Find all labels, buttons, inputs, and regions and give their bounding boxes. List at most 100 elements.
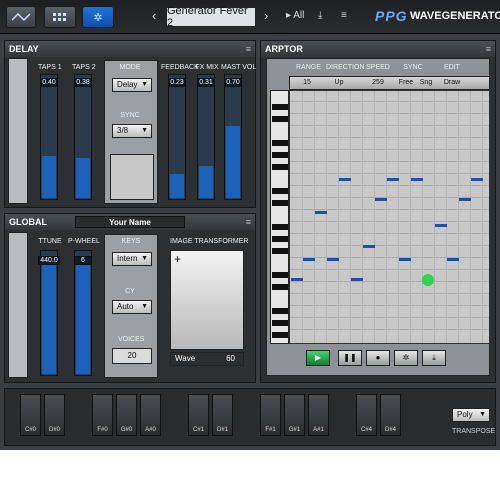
- delay-title: DELAY: [9, 44, 39, 54]
- download-icon: ⤓: [432, 353, 436, 362]
- range-label: RANGE: [296, 64, 321, 71]
- arp-note[interactable]: [447, 258, 459, 261]
- piano-key[interactable]: A#0: [140, 394, 161, 436]
- arptor-header: ARPTOR ≡: [261, 41, 495, 57]
- arp-note[interactable]: [291, 278, 303, 281]
- delay-left-strip: [8, 58, 28, 204]
- key-label: D#0: [48, 427, 60, 433]
- play-button[interactable]: ▶: [306, 350, 330, 366]
- speed-label: SPEED: [366, 64, 390, 71]
- poly-dropdown[interactable]: Poly: [452, 408, 490, 422]
- delay-menu-icon[interactable]: ≡: [246, 41, 251, 57]
- mastervol-label: MAST VOL: [221, 64, 257, 71]
- mode-dropdown[interactable]: Delay: [112, 78, 152, 92]
- piano-roll-keys: [270, 90, 289, 344]
- sync-dropdown[interactable]: 3/8: [112, 124, 152, 138]
- top-toolbar: ✲ ‹ Generator Fever 2 › ▸ All ⤓ ≡ PPG WA…: [0, 0, 500, 34]
- settings-button[interactable]: ✲: [394, 350, 418, 366]
- arptor-menu-icon[interactable]: ≡: [486, 41, 491, 57]
- pwheel-slider[interactable]: [74, 250, 92, 376]
- piano-key[interactable]: D#1: [212, 394, 233, 436]
- arp-note[interactable]: [315, 211, 327, 214]
- mastervol-slider[interactable]: [224, 74, 242, 200]
- piano-key[interactable]: G#1: [284, 394, 305, 436]
- taps1-label: TAPS 1: [38, 64, 62, 71]
- piano-key[interactable]: G#0: [116, 394, 137, 436]
- global-menu-icon[interactable]: ≡: [246, 214, 251, 230]
- keys-dropdown[interactable]: Intern: [112, 252, 152, 266]
- piano-key[interactable]: C#1: [188, 394, 209, 436]
- taps2-label: TAPS 2: [72, 64, 96, 71]
- arp-note-grid[interactable]: [289, 90, 490, 344]
- wave-label: Wave: [175, 354, 196, 363]
- settings-gear-button[interactable]: ✲: [82, 6, 114, 28]
- arp-sync-label: SYNC: [403, 64, 423, 71]
- arp-note[interactable]: [387, 178, 399, 181]
- play-icon: ▶: [314, 353, 322, 362]
- piano-key[interactable]: A#1: [308, 394, 329, 436]
- delay-header: DELAY ≡: [5, 41, 255, 57]
- grid-view-button[interactable]: [44, 6, 76, 28]
- piano-key[interactable]: D#4: [380, 394, 401, 436]
- taps1-slider[interactable]: [40, 74, 58, 200]
- piano-key[interactable]: C#0: [20, 394, 41, 436]
- record-button[interactable]: ●: [366, 350, 390, 366]
- arp-note[interactable]: [459, 198, 471, 201]
- mode-label: MODE: [119, 64, 141, 71]
- piano-key[interactable]: F#1: [260, 394, 281, 436]
- edit-value[interactable]: Draw: [443, 79, 461, 86]
- arp-note[interactable]: [363, 245, 375, 248]
- preset-name-field[interactable]: Generator Fever 2: [166, 5, 256, 29]
- key-label: D#1: [216, 427, 228, 433]
- download-icon[interactable]: ⤓: [318, 10, 322, 21]
- prev-preset-icon[interactable]: ‹: [152, 8, 156, 23]
- arp-note[interactable]: [303, 258, 315, 261]
- fxmix-slider[interactable]: [197, 74, 215, 200]
- speed-value[interactable]: 259: [370, 79, 386, 86]
- arp-note[interactable]: [375, 198, 387, 201]
- image-transformer-label: IMAGE TRANSFORMER: [170, 238, 249, 245]
- menu-icon[interactable]: ≡: [341, 10, 347, 21]
- range-value[interactable]: 15: [300, 79, 314, 86]
- key-label: C#4: [360, 427, 372, 433]
- arptor-title: ARPTOR: [265, 44, 303, 54]
- ttune-slider[interactable]: [40, 250, 58, 376]
- wavegenerator-logo: WAVEGENERATOR: [410, 10, 500, 22]
- voices-field[interactable]: 20: [112, 348, 152, 364]
- sync-value-free[interactable]: Free: [398, 79, 414, 86]
- piano-key[interactable]: F#0: [92, 394, 113, 436]
- add-icon[interactable]: +: [174, 252, 181, 266]
- arp-note[interactable]: [351, 278, 363, 281]
- arp-note[interactable]: [471, 178, 483, 181]
- arp-note[interactable]: [327, 258, 339, 261]
- pause-button[interactable]: ❚❚: [338, 350, 362, 366]
- arp-note[interactable]: [435, 224, 447, 227]
- feedback-slider[interactable]: [168, 74, 186, 200]
- sync-value-sng[interactable]: Sng: [418, 79, 434, 86]
- arp-note[interactable]: [339, 178, 351, 181]
- all-filter-button[interactable]: ▸ All: [286, 10, 304, 21]
- cy-dropdown[interactable]: Auto: [112, 300, 152, 314]
- direction-value[interactable]: Up: [332, 79, 346, 86]
- direction-label: DIRECTION: [326, 64, 365, 71]
- app-window: ✲ ‹ Generator Fever 2 › ▸ All ⤓ ≡ PPG WA…: [0, 0, 500, 450]
- arp-note[interactable]: [411, 178, 423, 181]
- download-button[interactable]: ⤓: [422, 350, 446, 366]
- mastervol-value: 0.70: [224, 78, 242, 87]
- ttune-value: 440.0: [38, 256, 60, 265]
- wave-view-button[interactable]: [6, 6, 36, 28]
- ttune-label: TTUNE: [38, 238, 62, 245]
- feedback-label: FEEDBACK: [161, 64, 199, 71]
- piano-key[interactable]: C#4: [356, 394, 377, 436]
- piano-key[interactable]: D#0: [44, 394, 65, 436]
- next-preset-icon[interactable]: ›: [264, 8, 268, 23]
- delay-pad[interactable]: [110, 154, 154, 200]
- wave-field[interactable]: Wave 60: [170, 352, 244, 366]
- taps2-slider[interactable]: [74, 74, 92, 200]
- patch-name-field[interactable]: Your Name: [75, 216, 185, 228]
- gear-icon: ✲: [402, 353, 410, 362]
- arp-note[interactable]: [399, 258, 411, 261]
- image-transformer-canvas[interactable]: +: [170, 250, 244, 350]
- cy-label: CY: [125, 288, 135, 295]
- global-header: GLOBAL Your Name ≡: [5, 214, 255, 230]
